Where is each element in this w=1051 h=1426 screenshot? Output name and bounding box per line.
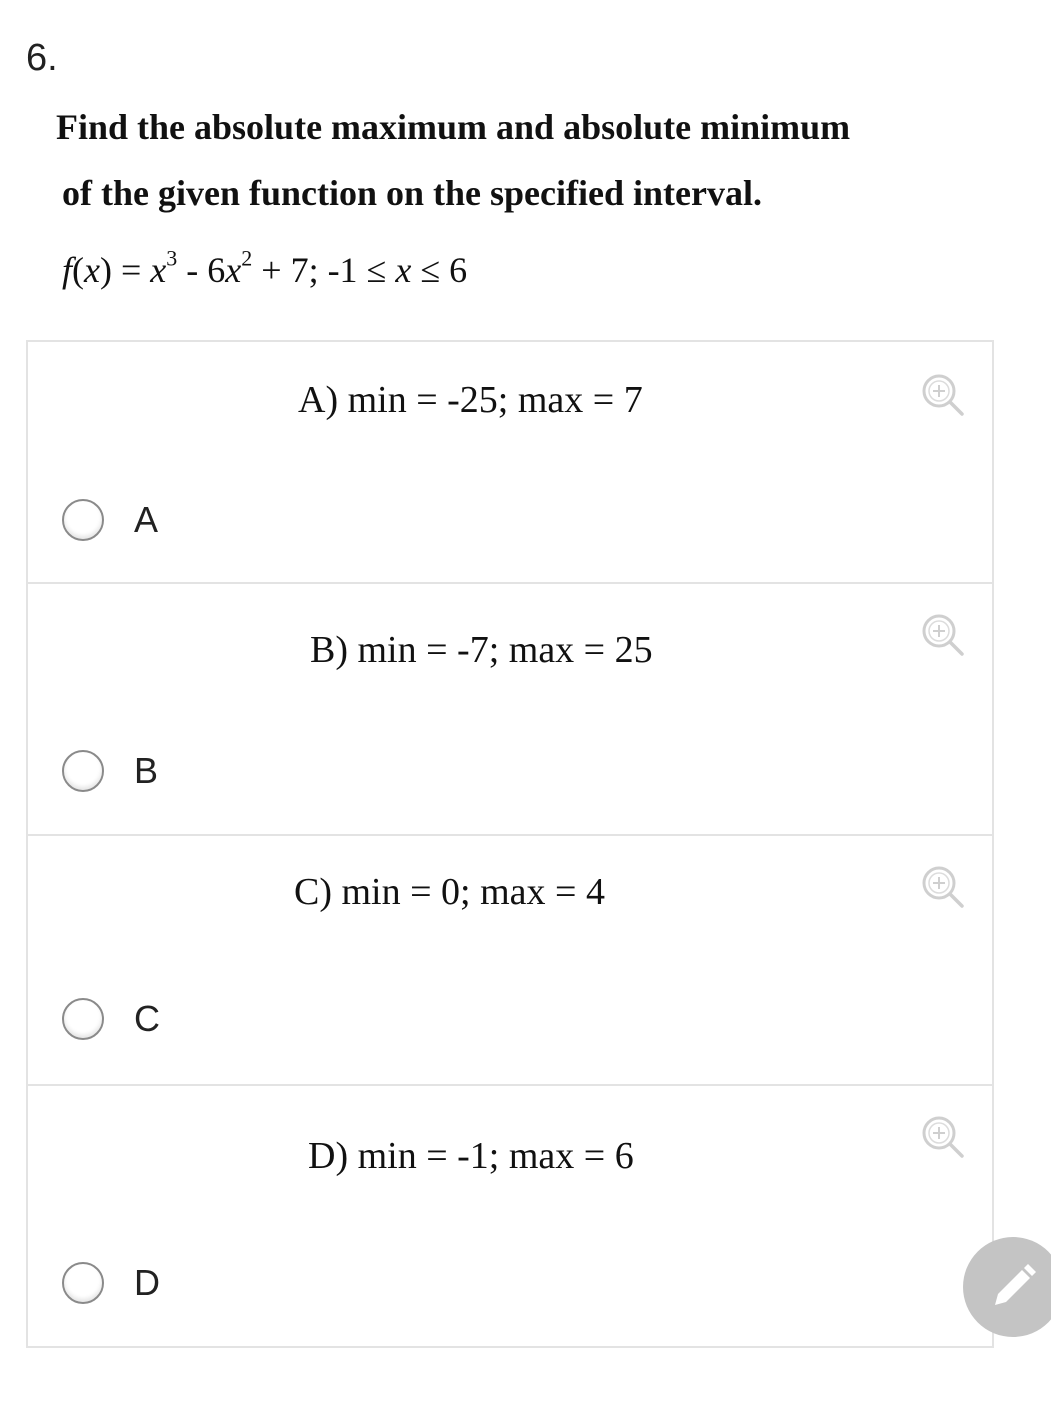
option-c-text: C) min = 0; max = 4 [294, 871, 605, 913]
zoom-in-icon[interactable] [920, 1114, 966, 1160]
formula-x-mid: x [395, 250, 412, 290]
option-a-radio-row[interactable]: A [62, 497, 158, 543]
radio-label-b: B [134, 750, 159, 791]
option-a-text: A) min = -25; max = 7 [298, 379, 643, 421]
option-d-text: D) min = -1; max = 6 [308, 1135, 634, 1177]
formula-x-squared: x [225, 250, 242, 290]
zoom-in-icon[interactable] [920, 864, 966, 910]
formula-x: x [84, 250, 100, 290]
function-formula: f(x) = x3 - 6x2 + 7; -1 ≤ x ≤ 6 [62, 245, 468, 290]
formula-exp-2: 2 [241, 245, 253, 271]
option-c[interactable]: C) min = 0; max = 4 C [28, 836, 992, 1086]
radio-b[interactable] [62, 750, 104, 792]
option-d[interactable]: D) min = -1; max = 6 D [28, 1086, 992, 1348]
answer-options: A) min = -25; max = 7 A B) min = -7; max… [26, 340, 994, 1348]
formula-rest: + 7; -1 ≤ [252, 250, 396, 290]
option-d-radio-row[interactable]: D [62, 1260, 160, 1306]
option-b[interactable]: B) min = -7; max = 25 B [28, 584, 992, 836]
radio-a[interactable] [62, 499, 104, 541]
radio-label-a: A [134, 499, 159, 540]
formula-exp-3: 3 [166, 245, 178, 271]
question-number: 6. [26, 37, 58, 79]
option-b-radio-row[interactable]: B [62, 748, 158, 794]
formula-tail: ≤ 6 [411, 250, 468, 290]
option-a[interactable]: A) min = -25; max = 7 A [28, 342, 992, 584]
radio-c[interactable] [62, 998, 104, 1040]
zoom-in-icon[interactable] [920, 372, 966, 418]
radio-d[interactable] [62, 1262, 104, 1304]
radio-label-d: D [134, 1262, 160, 1303]
prompt-line-2: of the given function on the specified i… [62, 173, 762, 213]
option-c-radio-row[interactable]: C [62, 996, 160, 1042]
radio-label-c: C [134, 998, 160, 1039]
pencil-icon [995, 1264, 1036, 1305]
prompt-line-1: Find the absolute maximum and absolute m… [56, 107, 851, 147]
formula-f: f [62, 250, 73, 290]
option-b-text: B) min = -7; max = 25 [310, 629, 653, 671]
formula-minus-6: - 6 [177, 250, 226, 290]
zoom-in-icon[interactable] [920, 612, 966, 658]
formula-x-cubed: x [150, 250, 167, 290]
formula-eq: ) = [100, 250, 151, 290]
